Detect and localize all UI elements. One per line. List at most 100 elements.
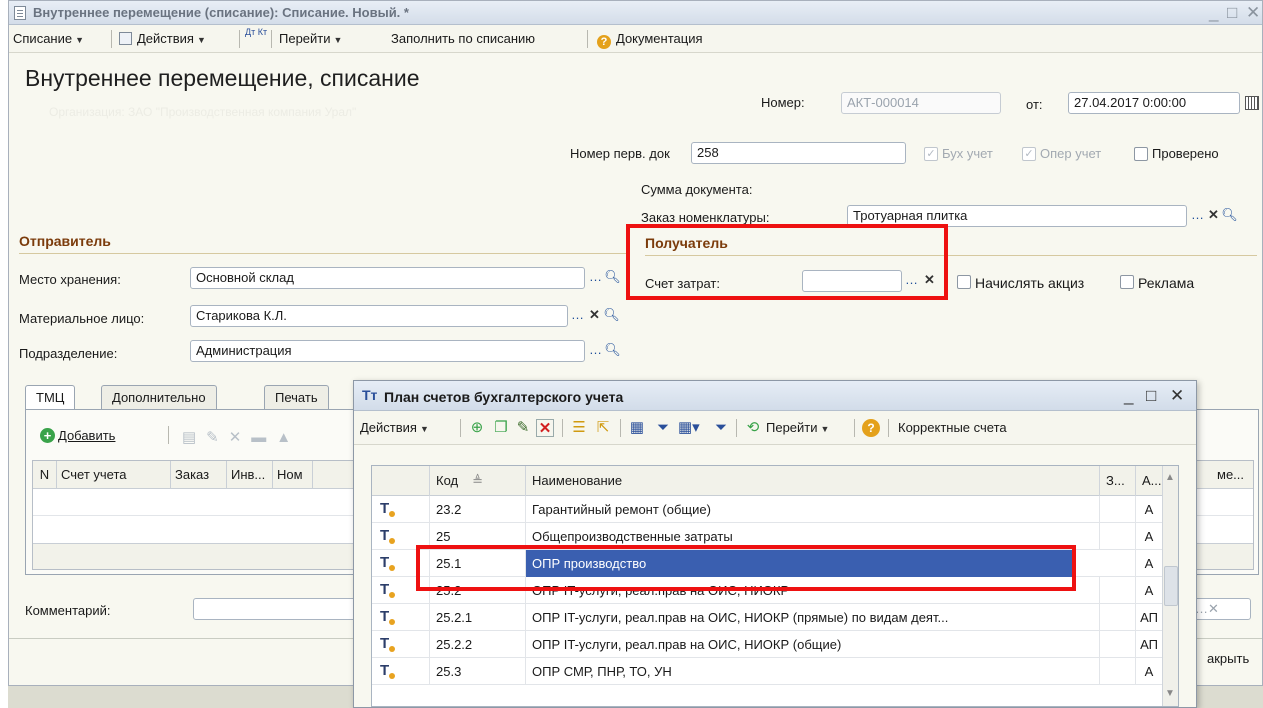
col-a[interactable]: А... xyxy=(1136,466,1162,496)
excise-checkbox[interactable] xyxy=(957,275,971,289)
plus-icon[interactable]: ⊕ xyxy=(468,419,486,437)
minimize-button[interactable]: _ xyxy=(1209,3,1218,23)
order-field[interactable]: Тротуарная плитка xyxy=(847,205,1187,227)
search-icon[interactable]: 🔍︎ xyxy=(1221,206,1238,226)
toolbar-separator xyxy=(587,30,588,48)
filter-menu-icon[interactable]: ▦▾ xyxy=(678,419,700,437)
receiver-divider xyxy=(645,255,1257,256)
filter-list-icon[interactable]: ▦ xyxy=(628,419,646,437)
person-field[interactable]: Старикова К.Л. xyxy=(190,305,568,327)
funnel-icon[interactable]: ⏷ xyxy=(654,419,672,437)
scroll-down-icon[interactable]: ▼ xyxy=(1165,688,1175,699)
clear-icon[interactable]: ✕ xyxy=(1205,206,1222,226)
grid-scrollbar[interactable]: ▲ ▼ xyxy=(1162,466,1178,706)
account-row[interactable]: T 23.2 Гарантийный ремонт (общие) А xyxy=(372,496,1162,523)
level-down-icon[interactable]: ☰ xyxy=(570,419,588,437)
tab-tmc[interactable]: ТМЦ xyxy=(25,385,76,411)
a-cell: А xyxy=(1144,502,1154,517)
copy-icon[interactable]: ❐ xyxy=(492,419,510,437)
ellipsis-button[interactable]: … xyxy=(587,341,604,361)
account-row[interactable]: T 25.3 ОПР СМР, ПНР, ТО, УН А xyxy=(372,658,1162,685)
goto-label: Перейти xyxy=(279,31,331,46)
close-form-button[interactable]: акрыть xyxy=(1207,651,1249,666)
add-button[interactable]: + Добавить xyxy=(40,428,115,443)
popup-actions-menu[interactable]: Действия ▼ xyxy=(360,420,429,435)
actions-label: Действия xyxy=(137,31,194,46)
col-account[interactable]: Счет учета xyxy=(57,461,171,489)
date-field[interactable]: 27.04.2017 0:00:00 xyxy=(1068,92,1240,114)
comment-field[interactable] xyxy=(193,598,365,620)
col-inv[interactable]: Инв... xyxy=(227,461,273,489)
person-label: Материальное лицо: xyxy=(19,311,145,326)
a-cell: А xyxy=(1144,556,1154,571)
division-label: Подразделение: xyxy=(19,346,118,361)
spisanie-menu[interactable]: Списание ▼ xyxy=(13,31,84,46)
refresh-icon[interactable]: ⟲ xyxy=(744,419,762,437)
division-field[interactable]: Администрация xyxy=(190,340,585,362)
clear-filter-icon[interactable]: ⏷ xyxy=(712,419,730,437)
toolbar-separator xyxy=(271,30,272,48)
col-more[interactable]: ме... xyxy=(1213,461,1253,489)
col-z[interactable]: З... xyxy=(1100,466,1136,496)
account-row[interactable]: T 25.2.2 ОПР IT-услуги, реал.прав на ОИС… xyxy=(372,631,1162,658)
help-icon[interactable]: ? xyxy=(862,419,880,437)
col-n[interactable]: N xyxy=(33,461,57,489)
close-button[interactable]: ✕ xyxy=(1246,3,1260,23)
account-row[interactable]: T 25 Общепроизводственные затраты А xyxy=(372,523,1162,550)
calendar-icon[interactable] xyxy=(1245,96,1259,110)
spisanie-label: Списание xyxy=(13,31,73,46)
comment-field-end[interactable]: …✕ xyxy=(1189,598,1251,620)
scroll-up-icon[interactable]: ▲ xyxy=(1165,472,1175,483)
oper-checkbox[interactable]: ✓ xyxy=(1022,147,1036,161)
col-code[interactable]: Код ≜ xyxy=(430,466,526,496)
form-title: Внутреннее перемещение, списание xyxy=(25,65,420,91)
col-name[interactable]: Наименование xyxy=(526,466,1100,496)
popup-goto-menu[interactable]: Перейти ▼ xyxy=(766,420,829,435)
actions-menu[interactable]: Действия ▼ xyxy=(119,31,206,46)
bux-checkbox[interactable]: ✓ xyxy=(924,147,938,161)
correct-accounts-button[interactable]: Корректные счета xyxy=(898,420,1007,435)
name-cell: ОПР производство xyxy=(526,550,1076,577)
advert-checkbox[interactable] xyxy=(1120,275,1134,289)
number-field[interactable]: АКТ-000014 xyxy=(841,92,1001,114)
tab-print[interactable]: Печать xyxy=(264,385,329,409)
cost-account-field[interactable] xyxy=(802,270,902,292)
primary-doc-field[interactable]: 258 xyxy=(691,142,906,164)
col-nom[interactable]: Ном xyxy=(273,461,313,489)
receiver-heading: Получатель xyxy=(645,235,728,251)
search-icon[interactable]: 🔍︎ xyxy=(604,268,621,288)
account-row[interactable]: T 25.2.1 ОПР IT-услуги, реал.прав на ОИС… xyxy=(372,604,1162,631)
col-type[interactable] xyxy=(372,466,430,496)
goto-menu[interactable]: Перейти ▼ xyxy=(279,31,342,46)
tab-additional[interactable]: Дополнительно xyxy=(101,385,217,409)
ellipsis-button[interactable]: … xyxy=(569,306,586,326)
account-row-selected[interactable]: T 25.1 ОПР производство А xyxy=(372,550,1162,577)
scroll-thumb[interactable] xyxy=(1164,566,1178,606)
pencil-icon[interactable]: ✎ xyxy=(514,419,532,437)
search-icon[interactable]: 🔍︎ xyxy=(603,306,620,326)
comment-label: Комментарий: xyxy=(25,603,111,618)
delete-icon[interactable]: ✕ xyxy=(536,419,554,437)
ellipsis-button[interactable]: … xyxy=(587,268,604,288)
popup-maximize-button[interactable]: □ xyxy=(1146,386,1156,406)
popup-close-button[interactable]: ✕ xyxy=(1170,386,1184,406)
popup-minimize-button[interactable]: _ xyxy=(1124,386,1133,406)
fill-button[interactable]: Заполнить по списанию xyxy=(391,31,535,46)
account-type-icon: T xyxy=(380,527,396,544)
clear-icon[interactable]: ✕ xyxy=(921,271,938,291)
ellipsis-button[interactable]: … xyxy=(903,271,920,291)
search-icon[interactable]: 🔍︎ xyxy=(604,341,621,361)
storage-field[interactable]: Основной склад xyxy=(190,267,585,289)
checked-checkbox[interactable] xyxy=(1134,147,1148,161)
maximize-button[interactable]: □ xyxy=(1227,3,1237,23)
col-order[interactable]: Заказ xyxy=(171,461,227,489)
type-cell: T xyxy=(372,523,430,550)
chart-of-accounts-icon: Тт xyxy=(362,387,378,403)
dt-kt-button[interactable]: Дт Кт xyxy=(245,28,267,37)
number-label: Номер: xyxy=(761,95,805,110)
clear-icon[interactable]: ✕ xyxy=(586,306,603,326)
account-row[interactable]: T 25.2 ОПР IT-услуги, реал.прав на ОИС, … xyxy=(372,577,1162,604)
ellipsis-button[interactable]: … xyxy=(1189,206,1206,226)
docs-button[interactable]: ? Документация xyxy=(597,31,703,49)
level-up-icon[interactable]: ⇱ xyxy=(594,419,612,437)
